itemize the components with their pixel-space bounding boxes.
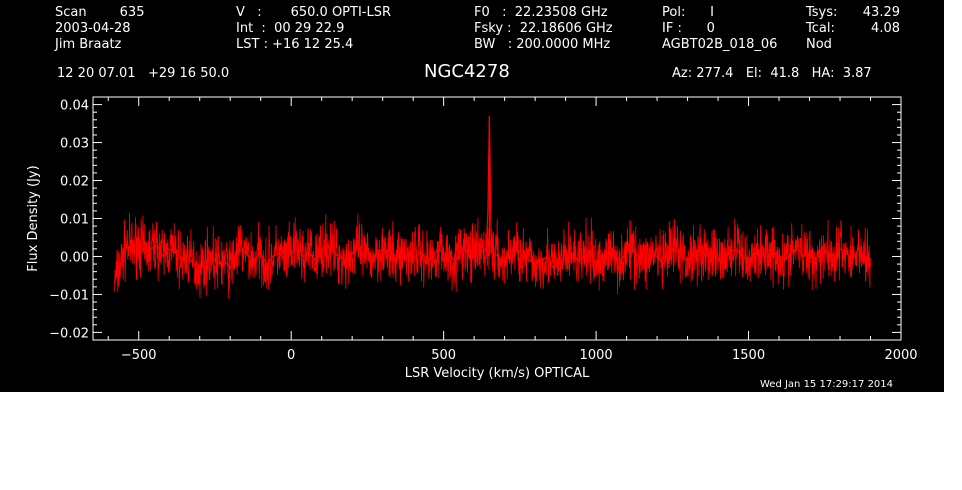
x-tick-label: 500	[431, 348, 456, 363]
x-tick-label: 1000	[580, 348, 613, 363]
y-tick-label: −0.01	[49, 288, 89, 303]
x-axis-label: LSR Velocity (km/s) OPTICAL	[405, 366, 590, 381]
x-tick-label: 1500	[732, 348, 765, 363]
y-tick-label: 0.03	[60, 137, 89, 152]
plot-window: Scan 635 2003-04-28 Jim Braatz V : 650.0…	[0, 0, 944, 392]
spectrum-noise	[113, 212, 871, 299]
y-tick-label: 0.00	[60, 250, 89, 265]
spectrum-plot: −500 0 500 1000 1500 2000 −0.02 −0.01 0.00 0.01 0.…	[26, 96, 918, 381]
y-tick-label: 0.04	[60, 99, 89, 114]
plot-timestamp: Wed Jan 15 17:29:17 2014	[760, 379, 894, 390]
x-tick-label: 0	[287, 348, 295, 363]
y-tick-label: 0.01	[60, 213, 89, 228]
y-axis-label: Flux Density (Jy)	[26, 165, 41, 271]
x-tick-label: −500	[121, 348, 157, 363]
plot-frame	[92, 96, 902, 341]
y-tick-label: 0.02	[60, 175, 89, 190]
y-tick-label: −0.02	[49, 326, 89, 341]
x-tick-label: 2000	[884, 348, 917, 363]
